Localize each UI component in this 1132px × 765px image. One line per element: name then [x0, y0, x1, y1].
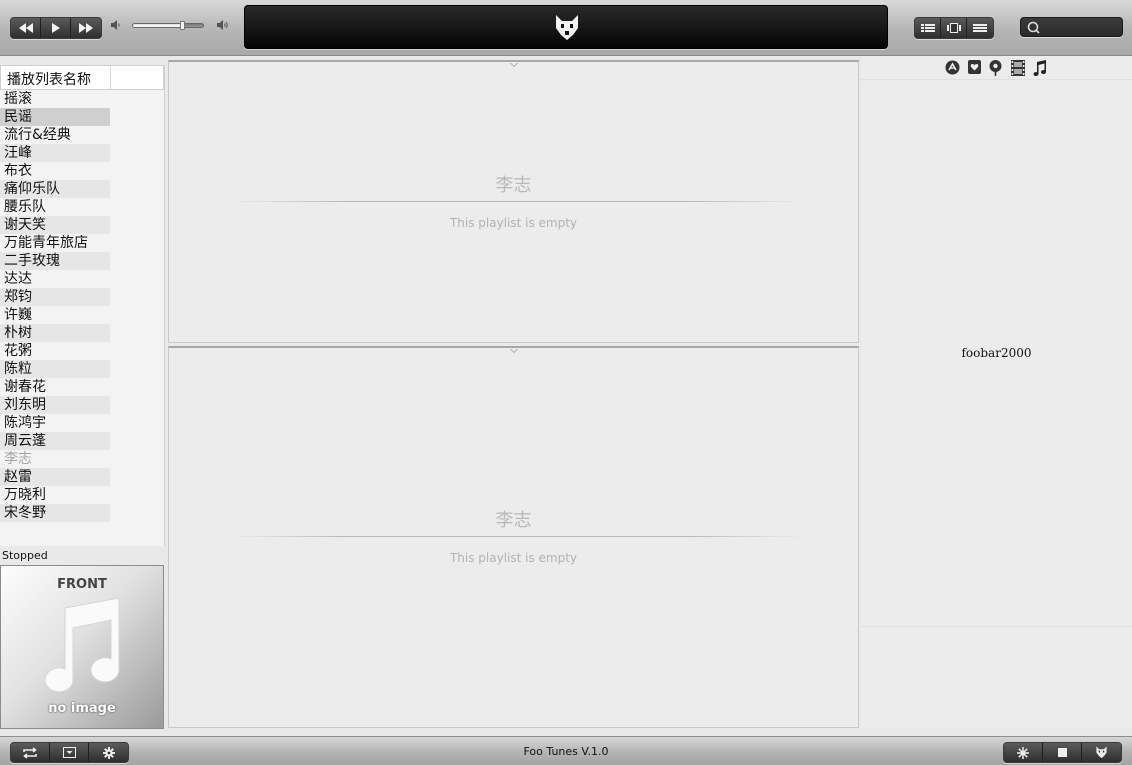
music-note-icon — [44, 598, 120, 693]
playlist-item[interactable]: 痛仰乐队 — [0, 180, 110, 198]
info-panel-toolbar — [861, 56, 1132, 80]
search-input[interactable] — [1043, 19, 1119, 35]
next-icon — [79, 23, 93, 33]
playlist-manager: 播放列表名称 摇滚 民谣 流行&经典 汪峰 布衣 痛仰乐队 腰乐队 谢天笑 万能青年旅店 二手玫瑰… — [0, 65, 165, 546]
cover-no-image-label: no image — [48, 701, 116, 716]
info-panel: foobar2000 — [861, 81, 1132, 627]
compact-view-icon — [973, 24, 987, 32]
info-panel-lower — [861, 628, 1132, 728]
playlist-item[interactable]: 朴树 — [0, 324, 110, 342]
playlist-item[interactable]: 许巍 — [0, 306, 110, 324]
playlist-item[interactable]: 摇滚 — [0, 90, 110, 108]
playlist-item[interactable]: 陈粒 — [0, 360, 110, 378]
playlist-item[interactable]: 二手玫瑰 — [0, 252, 110, 270]
play-button[interactable] — [41, 18, 71, 38]
playlist-column-header[interactable]: 播放列表名称 — [0, 65, 164, 90]
playlist-item[interactable]: 达达 — [0, 270, 110, 288]
volume-slider-fill — [133, 24, 184, 27]
playlist-title: 李志 — [495, 510, 532, 531]
cover-title: FRONT — [57, 577, 107, 592]
playlist-item[interactable]: 谢天笑 — [0, 216, 110, 234]
playback-status: Stopped — [2, 549, 48, 562]
fox-logo-icon — [556, 15, 578, 40]
now-playing-display — [244, 5, 888, 49]
empty-playlist-message: This playlist is empty — [449, 216, 578, 230]
music-note-icon[interactable] — [1033, 60, 1047, 76]
volume-low-icon[interactable] — [110, 19, 122, 31]
podcast-icon[interactable] — [989, 60, 1002, 76]
divider — [229, 536, 804, 537]
collapse-arrow-icon[interactable] — [510, 63, 518, 67]
playlist-item[interactable]: 万能青年旅店 — [0, 234, 110, 252]
album-view-icon — [946, 23, 961, 33]
top-toolbar — [0, 0, 1132, 56]
transport-controls — [10, 17, 102, 39]
heart-icon[interactable] — [968, 60, 981, 74]
playlist-item[interactable]: 宋冬野 — [0, 504, 110, 522]
app-title: Foo Tunes V.1.0 — [523, 745, 609, 758]
stop-icon — [1057, 748, 1067, 757]
playlist-item[interactable]: 谢春花 — [0, 378, 110, 396]
playlist-view-top[interactable]: 李志 This playlist is empty — [168, 60, 859, 343]
bottom-toolbar: Foo Tunes V.1.0 — [0, 736, 1132, 765]
stop-button[interactable] — [1043, 743, 1082, 762]
collapse-arrow-icon[interactable] — [510, 349, 518, 353]
playlist-item[interactable]: 周云蓬 — [0, 432, 110, 450]
playlist-name-header[interactable]: 播放列表名称 — [1, 66, 111, 89]
playlist-title: 李志 — [495, 175, 532, 196]
previous-icon — [18, 23, 33, 33]
album-view-button[interactable] — [941, 18, 967, 38]
next-button[interactable] — [71, 18, 101, 38]
lastfm-icon[interactable] — [945, 60, 960, 75]
playlist-item[interactable]: 赵雷 — [0, 468, 110, 486]
playlist-item[interactable]: 万晓利 — [0, 486, 110, 504]
fox-logo-icon — [1096, 746, 1107, 759]
playlist-item[interactable]: 民谣 — [0, 108, 110, 126]
bottom-right-controls — [1003, 742, 1122, 763]
list-view-button[interactable] — [915, 18, 941, 38]
playlist-item[interactable]: 布衣 — [0, 162, 110, 180]
view-mode-controls — [914, 17, 994, 39]
play-icon — [51, 23, 60, 33]
playlist-list: 摇滚 民谣 流行&经典 汪峰 布衣 痛仰乐队 腰乐队 谢天笑 万能青年旅店 二手玫瑰 达达 郑钧 许巍朴… — [0, 90, 164, 522]
playlist-item[interactable]: 李志 — [0, 450, 110, 468]
volume-high-icon[interactable] — [216, 19, 230, 31]
playlist-view-bottom[interactable]: 李志 This playlist is empty — [168, 346, 859, 728]
album-cover: FRONT no image — [0, 565, 164, 729]
star-icon — [1017, 746, 1029, 759]
playlist-item[interactable]: 汪峰 — [0, 144, 110, 162]
playlist-item[interactable]: 陈鸿宇 — [0, 414, 110, 432]
playlist-item[interactable]: 腰乐队 — [0, 198, 110, 216]
fox-logo-button[interactable] — [1082, 743, 1121, 762]
playlist-item[interactable]: 花粥 — [0, 342, 110, 360]
playlist-item[interactable]: 刘东明 — [0, 396, 110, 414]
compact-view-button[interactable] — [967, 18, 993, 38]
divider — [229, 201, 804, 202]
empty-playlist-message: This playlist is empty — [449, 551, 578, 565]
list-view-icon — [920, 24, 935, 32]
volume-slider[interactable] — [132, 21, 204, 30]
volume-slider-knob[interactable] — [180, 21, 186, 30]
playlist-item[interactable]: 流行&经典 — [0, 126, 110, 144]
previous-button[interactable] — [11, 18, 41, 38]
search-box[interactable] — [1020, 17, 1123, 37]
info-panel-label: foobar2000 — [961, 346, 1032, 360]
playlist-item[interactable]: 郑钧 — [0, 288, 110, 306]
film-icon[interactable] — [1011, 60, 1025, 76]
search-icon — [1027, 21, 1040, 34]
star-button[interactable] — [1004, 743, 1043, 762]
